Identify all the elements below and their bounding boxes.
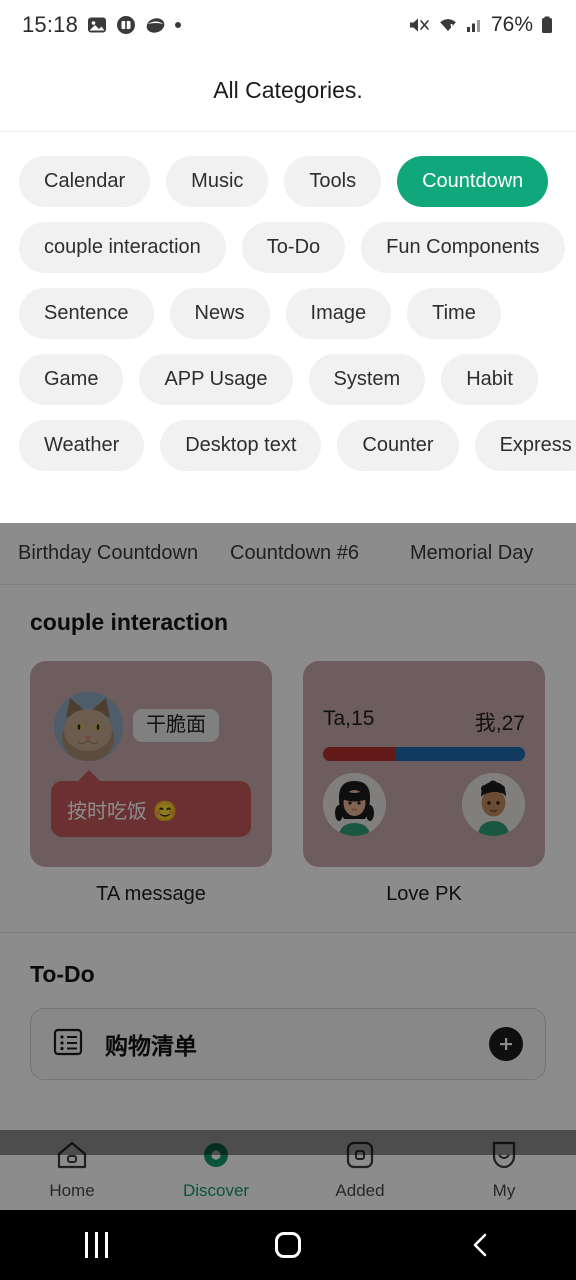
- ta-name-tag: 干脆面: [133, 709, 219, 742]
- category-chip-image[interactable]: Image: [285, 288, 392, 339]
- home-icon: [56, 1140, 88, 1175]
- system-navigation-bar: [0, 1210, 576, 1280]
- recents-icon[interactable]: [0, 1232, 192, 1258]
- section-couple-interaction: couple interaction 干脆面 按时吃饭 😊 TA message…: [0, 585, 576, 906]
- love-pk-left-label: Ta,15: [323, 707, 375, 730]
- ta-message-bubble: 按时吃饭 😊: [51, 770, 251, 837]
- list-icon: [53, 1027, 83, 1062]
- bottom-navigation: Home Discover Added My: [0, 1130, 576, 1210]
- page-title: All Categories.: [213, 77, 363, 103]
- nav-item-my[interactable]: My: [432, 1130, 576, 1210]
- discover-icon: [200, 1140, 232, 1175]
- status-bar-clock: 15:18: [22, 12, 79, 37]
- app-icon: [145, 15, 166, 35]
- dot-icon: [175, 22, 182, 28]
- category-chip-weather[interactable]: Weather: [19, 420, 145, 471]
- status-bar-right: 76%: [408, 13, 554, 37]
- woman-avatar: [323, 773, 386, 836]
- section-title-todo: To-Do: [30, 961, 95, 987]
- man-avatar: [462, 773, 525, 836]
- payment-icon: [116, 15, 136, 35]
- category-chip-sentence[interactable]: Sentence: [19, 288, 154, 339]
- wifi-icon: [437, 15, 459, 35]
- phone-screen: 15:18 76% All Categories. Birthday Count…: [0, 0, 576, 1280]
- home-square-icon[interactable]: [192, 1232, 384, 1258]
- page-header: All Categories.: [0, 50, 576, 132]
- love-pk-bar-right: [395, 747, 525, 761]
- mute-icon: [408, 15, 430, 35]
- category-chip-music[interactable]: Music: [166, 156, 269, 207]
- cat-avatar: [54, 692, 123, 761]
- nav-item-home[interactable]: Home: [0, 1130, 144, 1210]
- love-pk-preview: Ta,15 我,27: [303, 661, 545, 867]
- widget-card-label-ta-message: TA message: [96, 883, 206, 905]
- chip-row-1: Calendar Music Tools Countdown: [19, 156, 557, 207]
- back-chevron-icon[interactable]: [384, 1230, 576, 1260]
- category-chip-time[interactable]: Time: [407, 288, 501, 339]
- love-pk-scores: Ta,15 我,27: [323, 707, 525, 737]
- background-content: Birthday Countdown Countdown #6 Memorial…: [0, 523, 576, 1155]
- love-pk-bar-left: [323, 747, 396, 761]
- chip-row-4: Game APP Usage System Habit: [19, 354, 557, 405]
- nav-item-discover[interactable]: Discover: [144, 1130, 288, 1210]
- widget-card-love-pk[interactable]: Ta,15 我,27 Love PK: [303, 661, 545, 906]
- nav-label-discover: Discover: [182, 1180, 250, 1200]
- category-chip-couple-interaction[interactable]: couple interaction: [19, 222, 226, 273]
- love-pk-progress-bar: [323, 747, 525, 761]
- widget-card-ta-message[interactable]: 干脆面 按时吃饭 😊 TA message: [30, 661, 272, 906]
- category-chip-express[interactable]: Express: [474, 420, 576, 471]
- ta-message-preview: 干脆面 按时吃饭 😊: [30, 661, 272, 867]
- love-pk-right-label: 我,27: [474, 712, 525, 735]
- battery-percent-label: 76%: [490, 13, 533, 36]
- sub-tab-countdown-6[interactable]: Countdown #6: [230, 542, 410, 565]
- nav-label-home: Home: [49, 1180, 95, 1200]
- section-title-couple-interaction: couple interaction: [30, 609, 229, 635]
- category-chip-fun-components[interactable]: Fun Components: [361, 222, 565, 273]
- category-chip-tools[interactable]: Tools: [284, 156, 382, 207]
- sub-tab-memorial-day[interactable]: Memorial Day: [410, 542, 533, 565]
- section-todo: To-Do: [0, 932, 576, 988]
- status-bar: 15:18 76%: [0, 0, 576, 50]
- chip-row-3: Sentence News Image Time: [19, 288, 557, 339]
- profile-icon: [488, 1140, 520, 1175]
- category-chip-system[interactable]: System: [308, 354, 426, 405]
- category-panel: Calendar Music Tools Countdown couple in…: [0, 132, 576, 523]
- signal-icon: [466, 15, 484, 35]
- status-bar-left: 15:18: [22, 12, 182, 38]
- widget-card-list: 干脆面 按时吃饭 😊 TA message Ta,15 我,27 Love PK: [30, 661, 546, 906]
- widget-card-label-love-pk: Love PK: [386, 883, 462, 905]
- category-chip-habit[interactable]: Habit: [441, 354, 538, 405]
- category-chip-game[interactable]: Game: [19, 354, 124, 405]
- category-chip-app-usage[interactable]: APP Usage: [139, 354, 293, 405]
- category-chip-counter[interactable]: Counter: [337, 420, 459, 471]
- todo-widget-title: 购物清单: [105, 1033, 197, 1059]
- category-chip-to-do[interactable]: To-Do: [241, 222, 346, 273]
- plus-icon[interactable]: [489, 1027, 523, 1061]
- todo-widget-card[interactable]: 购物清单: [30, 1008, 546, 1080]
- category-chip-news[interactable]: News: [169, 288, 270, 339]
- chip-row-5: Weather Desktop text Counter Express: [19, 420, 576, 471]
- added-icon: [344, 1140, 376, 1175]
- sub-tab-bar: Birthday Countdown Countdown #6 Memorial…: [0, 523, 576, 585]
- category-chip-desktop-text[interactable]: Desktop text: [160, 420, 322, 471]
- category-chip-calendar[interactable]: Calendar: [19, 156, 151, 207]
- sub-tab-birthday-countdown[interactable]: Birthday Countdown: [18, 542, 230, 565]
- image-icon: [87, 15, 107, 35]
- nav-item-added[interactable]: Added: [288, 1130, 432, 1210]
- chip-row-2: couple interaction To-Do Fun Components: [19, 222, 565, 273]
- category-chip-countdown[interactable]: Countdown: [397, 156, 549, 207]
- nav-label-my: My: [492, 1180, 516, 1200]
- love-pk-avatars: [323, 773, 525, 836]
- battery-icon: [540, 15, 554, 35]
- nav-label-added: Added: [335, 1180, 385, 1200]
